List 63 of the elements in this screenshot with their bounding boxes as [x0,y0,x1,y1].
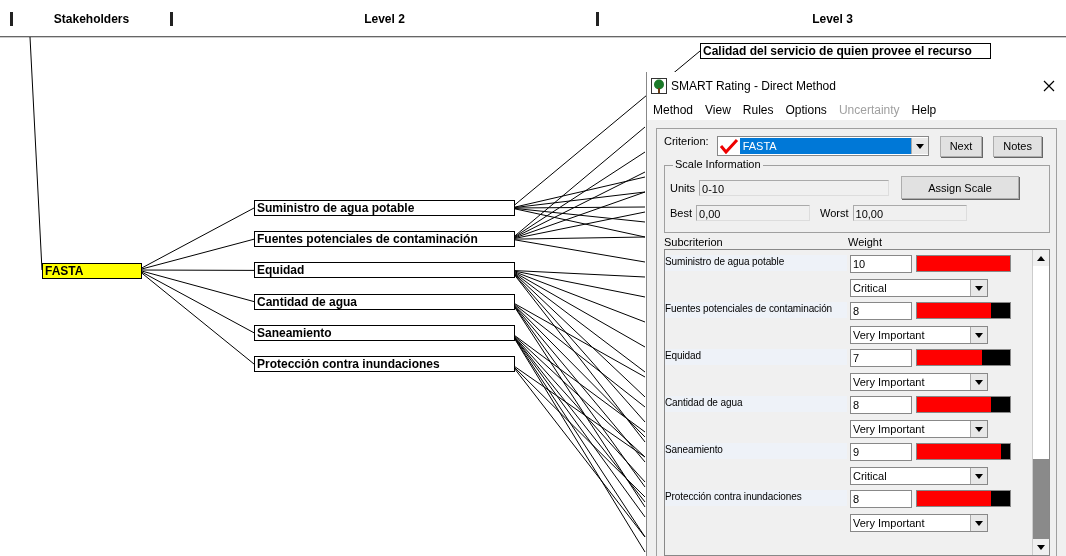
worst-field: 10,00 [852,205,967,221]
scroll-up-icon[interactable] [1037,255,1045,261]
caret-icon[interactable] [915,143,924,149]
menu-item[interactable]: Rules [740,103,776,117]
weight-field[interactable]: 8 [850,302,912,320]
worst-label: Worst [820,207,849,219]
tree-node[interactable]: Cantidad de agua [254,293,515,310]
importance-dropdown[interactable]: Very Important [850,514,988,532]
window-title: SMART Rating - Direct Method [671,79,837,93]
importance-dropdown[interactable]: Very Important [850,420,988,438]
column-header[interactable]: Level 2 [364,12,405,26]
weight-field[interactable]: 9 [850,443,912,461]
criterion-label: Criterion: [664,135,709,147]
scroll-thumb[interactable] [1033,459,1049,539]
best-label: Best [670,207,692,219]
subcriterion-name: Suministro de agua potable [665,255,847,271]
close-icon[interactable] [1043,80,1055,92]
units-label: Units [670,181,696,194]
tree-node[interactable]: FASTA [42,263,142,279]
importance-dropdown[interactable]: Critical [850,467,988,485]
tree-node[interactable]: Equidad [254,262,515,279]
caret-icon[interactable] [975,332,983,338]
column-header: Subcriterion [664,236,724,249]
caret-icon[interactable] [975,473,983,479]
subcriterion-name: Equidad [665,349,847,365]
units-field: 0-10 [699,179,890,196]
tree-node[interactable]: Protección contra inundaciones [254,356,515,372]
group-title: Scale Information [673,158,763,170]
menu-item[interactable]: Options [783,103,829,117]
dialog-button[interactable]: Notes [993,135,1042,157]
criterion-dropdown[interactable]: FASTA [716,136,929,156]
importance-dropdown[interactable]: Very Important [850,326,988,344]
tree-node[interactable]: Fuentes potenciales de contaminación [254,231,515,248]
scrollbar[interactable] [1032,250,1049,555]
scroll-down-icon[interactable] [1037,544,1045,550]
weight-field[interactable]: 10 [850,255,912,273]
subcriterion-name: Cantidad de agua [665,396,847,412]
tree-node[interactable]: Calidad del servicio de quien provee el recurso [700,43,991,59]
checkmark-icon [718,138,739,154]
best-field: 0,00 [696,205,810,221]
menu-item[interactable]: Method [651,103,696,117]
subcriterion-name: Fuentes potenciales de contaminación [665,302,847,318]
column-header[interactable]: Level 3 [812,12,853,26]
subcriterion-name: Saneamiento [665,443,847,459]
importance-dropdown[interactable]: Very Important [850,373,988,391]
caret-icon[interactable] [975,285,983,291]
assign-scale-button[interactable]: Assign Scale [901,176,1020,199]
importance-dropdown[interactable]: Critical [850,279,988,297]
caret-icon[interactable] [975,379,983,385]
weight-field[interactable]: 7 [850,349,912,367]
caret-icon[interactable] [975,520,983,526]
dialog-button[interactable]: Next [939,135,983,157]
menu-item[interactable]: Help [909,103,939,117]
weight-field[interactable]: 8 [850,490,912,508]
column-header: Weight [848,236,883,249]
tree-node[interactable]: Suministro de agua potable [254,200,515,216]
tree-icon [651,78,667,94]
menu-item[interactable]: View [703,103,733,117]
weight-field[interactable]: 8 [850,396,912,414]
tree-node[interactable]: Saneamiento [254,324,515,341]
column-header[interactable]: Stakeholders [53,12,130,26]
caret-icon[interactable] [975,426,983,432]
subcriterion-name: Protección contra inundaciones [665,490,847,506]
